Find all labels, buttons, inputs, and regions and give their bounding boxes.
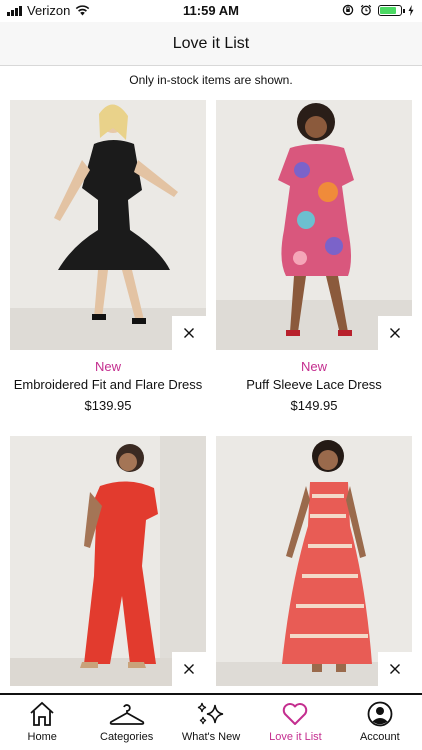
new-badge: New [300, 359, 327, 374]
status-bar: Verizon 11:59 AM [0, 0, 422, 22]
close-icon [184, 328, 194, 338]
charging-icon [408, 4, 414, 16]
hanger-icon [109, 704, 144, 725]
product-image[interactable] [216, 436, 412, 686]
account-icon [367, 701, 393, 727]
tab-bar: Home Categories What's New Love it List … [0, 693, 422, 750]
tab-label: Home [27, 731, 57, 743]
tab-home[interactable]: Home [0, 695, 84, 750]
tab-label: Love it List [269, 731, 322, 743]
tab-whats-new[interactable]: What's New [169, 695, 253, 750]
remove-button[interactable] [172, 316, 206, 350]
product-image[interactable] [10, 436, 206, 686]
close-icon [184, 664, 194, 674]
remove-button[interactable] [378, 316, 412, 350]
page-title: Love it List [172, 34, 250, 52]
sparkle-icon [197, 702, 224, 725]
home-icon [30, 701, 54, 726]
battery-icon [378, 4, 405, 16]
product-price: $149.95 [290, 398, 338, 413]
new-badge: New [94, 359, 121, 374]
remove-button[interactable] [172, 652, 206, 686]
product-name[interactable]: Puff Sleeve Lace Dress [216, 377, 412, 392]
remove-button[interactable] [378, 652, 412, 686]
tab-love-it-list[interactable]: Love it List [253, 695, 337, 750]
stock-notice: Only in-stock items are shown. [129, 73, 293, 87]
alarm-icon [360, 4, 372, 16]
product-image[interactable] [10, 100, 206, 350]
tab-label: Categories [100, 731, 154, 743]
close-icon [390, 664, 400, 674]
tab-categories[interactable]: Categories [84, 695, 168, 750]
navigation-bar: Love it List [0, 22, 422, 66]
product-name[interactable]: Embroidered Fit and Flare Dress [10, 377, 206, 392]
heart-icon [283, 703, 308, 725]
tab-label: Account [359, 731, 400, 743]
product-price: $139.95 [84, 398, 132, 413]
tab-account[interactable]: Account [338, 695, 422, 750]
close-icon [390, 328, 400, 338]
orientation-lock-icon [342, 4, 354, 16]
product-image[interactable] [216, 100, 412, 350]
status-right [342, 4, 414, 16]
tab-label: What's New [181, 731, 241, 743]
